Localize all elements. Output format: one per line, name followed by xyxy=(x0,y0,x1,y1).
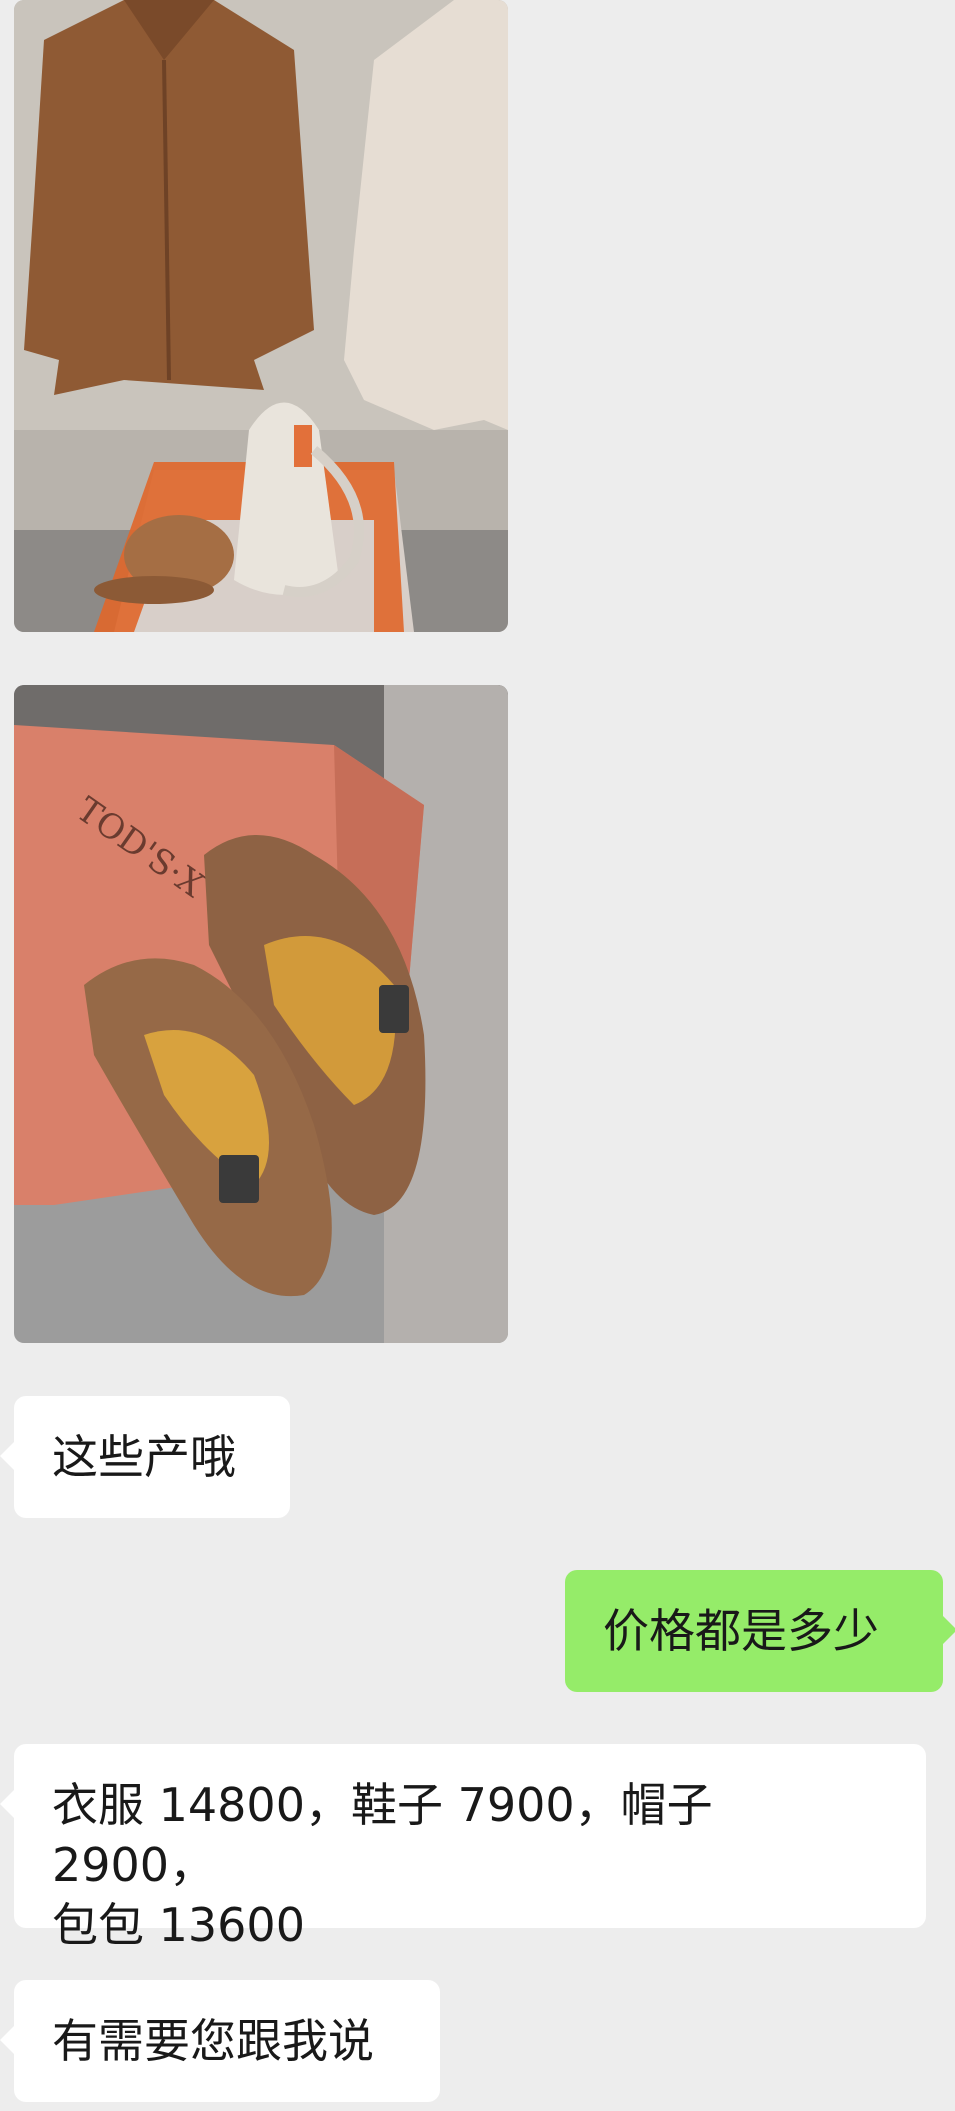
chat-image-shoes[interactable]: TOD'S·X xyxy=(14,685,508,1343)
chat-message-incoming[interactable]: 有需要您跟我说 xyxy=(0,1980,440,2102)
message-text: 有需要您跟我说 xyxy=(52,2014,374,2068)
chat-message-incoming[interactable]: 衣服 14800，鞋子 7900，帽子 2900， 包包 13600 xyxy=(0,1744,926,1952)
message-text: 价格都是多少 xyxy=(603,1604,879,1658)
chat-message-incoming[interactable]: 这些产哦 xyxy=(0,1396,290,1518)
message-text-line: 衣服 14800，鞋子 7900，帽子 2900， xyxy=(52,1778,713,1892)
chat-image-clothing[interactable] xyxy=(14,0,508,632)
message-text-line: 包包 13600 xyxy=(52,1898,305,1952)
chat-message-outgoing[interactable]: 价格都是多少 xyxy=(565,1570,955,1692)
message-text: 这些产哦 xyxy=(52,1430,236,1484)
